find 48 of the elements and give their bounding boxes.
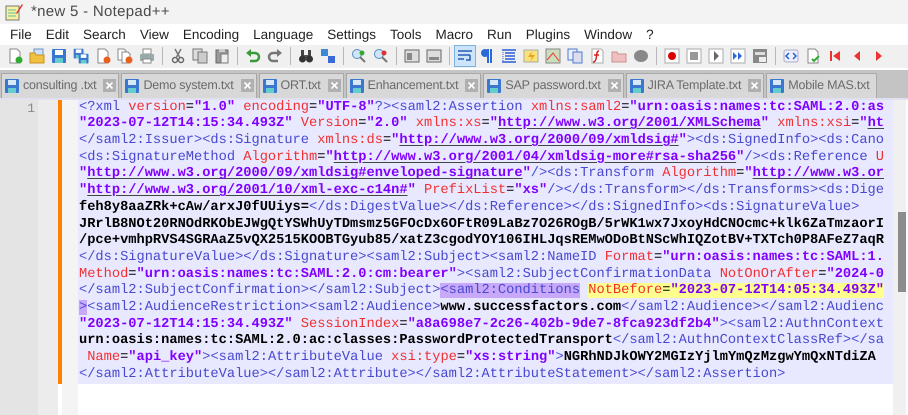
menu-item[interactable]: Window	[577, 24, 640, 45]
notepad-icon	[5, 2, 23, 21]
file-tab[interactable]: ORT.txt	[258, 72, 344, 98]
close-icon[interactable]	[465, 79, 478, 92]
menu-item[interactable]: Edit	[38, 24, 76, 45]
scrollbar-thumb[interactable]	[898, 212, 906, 292]
code-line: </saml2:Issuer><ds:Signature xmlns:ds="http://www.w3.org/2000/09/xmldsig#"><ds:SignedInfo><ds:Cano	[79, 133, 886, 150]
file-tab[interactable]: Enhancement.txt	[346, 72, 482, 98]
code-line: feh8y8aaZRk+cAw/arxJ0fUUiys=</ds:DigestValue></ds:Reference></ds:SignedInfo><ds:SignatureValue>	[79, 200, 860, 217]
line-number: 1	[26, 100, 35, 117]
menu-item[interactable]: Plugins	[518, 24, 578, 45]
menu-item[interactable]: Search	[76, 24, 133, 45]
menu-item[interactable]: Settings	[320, 24, 383, 45]
code-line: <?xml version="1.0" encoding="UTF-8"?><saml2:Assertion xmlns:saml2="urn:oasis:names:tc:SAML:2.0:as	[79, 100, 886, 116]
close-icon[interactable]	[608, 79, 621, 92]
menu-item[interactable]: Tools	[383, 24, 429, 45]
code-line: /pce+vmhpRVS4SGRAaZ5vQX2515KOOBTGyub85/xatZ3cgodYOY106IHLJqsREMwODoBtNScWhIQZotBV+TXTch0P8AFeZ7aqR	[79, 233, 885, 250]
window-title: *new 5 - Notepad++	[31, 2, 170, 22]
code-line: "2023-07-12T14:15:34.493Z" SessionIndex="a8a698e7-2c26-402b-9de7-8fca923df2b4"><saml2:AuthnContext	[79, 316, 885, 333]
menu-item[interactable]: Macro	[428, 24, 480, 45]
code-line: </ds:SignatureValue></ds:Signature><saml2:Subject><saml2:NameID Format="urn:oasis:names:tc:SAML:1.	[79, 250, 885, 267]
menu-item[interactable]: View	[132, 24, 176, 45]
file-tab[interactable]: consulting .txt	[1, 72, 120, 98]
menu-item[interactable]: Language	[246, 24, 320, 45]
file-tab[interactable]: Demo system.txt	[121, 72, 257, 98]
code-line: ><saml2:AudienceRestriction><saml2:Audience>www.successfactors.com</saml2:Audience></saml2:Audienc	[79, 300, 885, 316]
close-icon[interactable]	[328, 79, 341, 92]
code-line: JRrlB8NOt20RNOdRKObEJWgQtYSWhUyTDmsmz5GFOcDx6OFtR09LaBz7O26ROgB/5rWK1wx7JxoyHdCNOcmc+klk6ZaTmzaorI	[79, 216, 885, 233]
code-line: urn:oasis:names:tc:SAML:2.0:ac:classes:PasswordProtectedTransport</saml2:AuthnContextClassRef></sa	[79, 333, 885, 350]
menu-item[interactable]: Run	[480, 24, 519, 45]
code-line: "http://www.w3.org/2001/10/xml-exc-c14n#" PrefixList="xs"/></ds:Transform></ds:Transforms><ds:Dige	[79, 183, 885, 200]
menu-item[interactable]: ?	[639, 24, 661, 45]
code-line: </saml2:SubjectConfirmation></saml2:Subject><saml2:Conditions NotBefore="2023-07-12T14:05:34.493Z"	[79, 283, 885, 300]
file-tab[interactable]: Mobile MAS.txt	[766, 72, 877, 98]
code-line: "http://www.w3.org/2000/09/xmldsig#enveloped-signature"/><ds:Transform Algorithm="http://www.w3.or	[79, 166, 885, 183]
word-wrap-button[interactable]	[454, 45, 476, 68]
code-line: "2023-07-12T14:15:34.493Z" Version="2.0" xmlns:xs="http://www.w3.org/2001/XMLSchema" xmlns:xsi="ht	[79, 116, 886, 133]
close-icon[interactable]	[103, 79, 116, 92]
code-line: </saml2:AttributeValue></saml2:Attribute></saml2:AttributeStatement></saml2:Assertion>	[79, 366, 786, 384]
code-line: <ds:SignatureMethod Algorithm="http://www.w3.org/2001/04/xmldsig-more#rsa-sha256"/><ds:Reference U	[79, 150, 886, 166]
file-tab[interactable]: SAP password.txt	[483, 72, 624, 98]
file-tab[interactable]: JIRA Template.txt	[626, 72, 764, 98]
code-line: Name="api_key"><saml2:AttributeValue xsi:type="xs:string">NGRhNDJkOWY2MGIzYjlmYmQzMzgwYmQxNTdiZA	[86, 350, 877, 367]
menu-item[interactable]: Encoding	[176, 24, 246, 45]
close-icon[interactable]	[240, 79, 254, 92]
code-line: Method="urn:oasis:names:tc:SAML:2.0:cm:bearer"><saml2:SubjectConfirmationData NotOnOrAfter="2024-0	[79, 266, 885, 283]
close-icon[interactable]	[748, 79, 762, 92]
menu-item[interactable]: File	[3, 24, 39, 45]
